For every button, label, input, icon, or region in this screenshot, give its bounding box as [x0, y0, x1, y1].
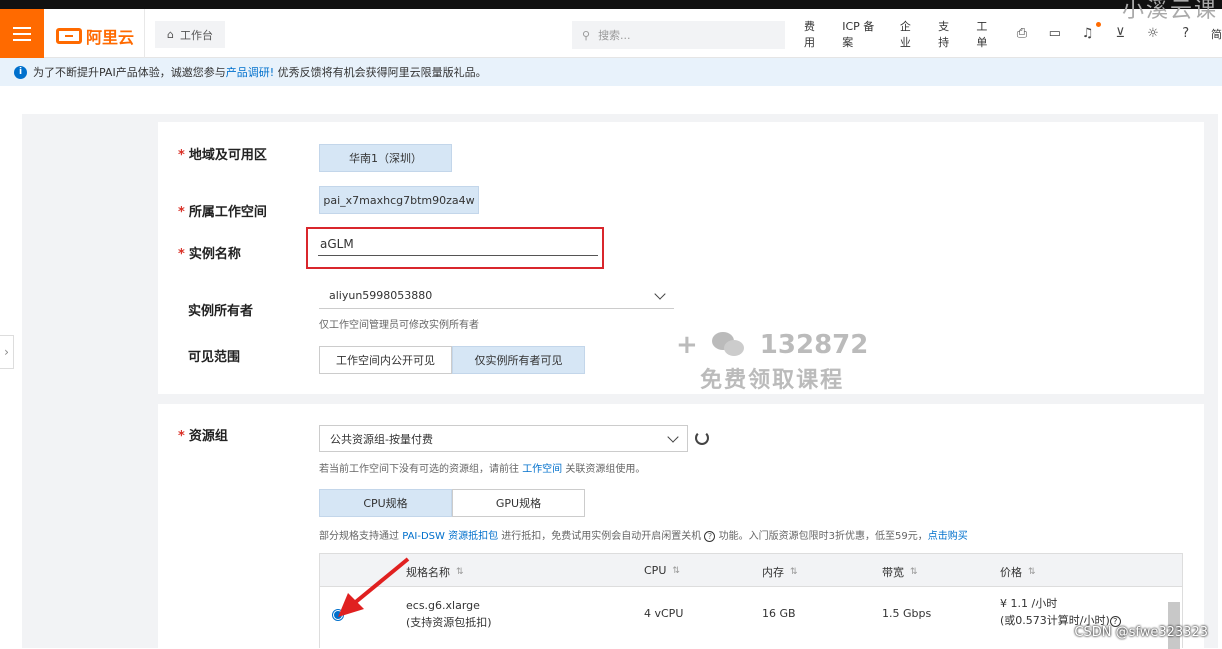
sort-icon: ⇅ [1028, 567, 1036, 577]
terminal-icon[interactable]: ▭ [1047, 26, 1062, 42]
visibility-owner-option[interactable]: 仅实例所有者可见 [452, 346, 585, 374]
nav-icp[interactable]: ICP 备案 [842, 18, 882, 50]
workspace-chip[interactable]: pai_x7maxhcg7btm90za4w [319, 186, 479, 214]
sort-icon: ⇅ [790, 567, 798, 577]
lightbulb-icon[interactable]: ☼ [1146, 26, 1161, 42]
notification-dot [1096, 22, 1101, 27]
help-circle-icon[interactable]: ? [704, 531, 715, 542]
workbench-label: 工作台 [180, 27, 213, 43]
instance-name-input[interactable] [318, 232, 598, 256]
help-icon[interactable]: ? [1178, 26, 1193, 42]
red-arrow-annotation [330, 555, 414, 621]
nav-billing[interactable]: 费用 [804, 18, 824, 50]
visibility-public-option[interactable]: 工作空间内公开可见 [319, 346, 452, 374]
promo-text: 免费领取课程 [676, 362, 868, 394]
info-icon: i [14, 66, 27, 79]
search-placeholder: 搜索... [598, 27, 631, 43]
sort-icon: ⇅ [910, 567, 918, 577]
row-price: ¥ 1.1 /小时(或0.573计算时/小时)? [1000, 595, 1121, 629]
owner-value: aliyun5998053880 [329, 289, 432, 302]
promo-number: 132872 [760, 330, 869, 360]
survey-link[interactable]: 产品调研! [226, 66, 274, 79]
hamburger-menu-button[interactable] [0, 9, 44, 58]
header-divider [144, 9, 145, 58]
logo-text: 阿里云 [86, 24, 134, 48]
row-spec-name: ecs.g6.xlarge(支持资源包抵扣) [406, 597, 492, 631]
spec-note: 部分规格支持通过 PAI-DSW 资源抵扣包 进行抵扣，免费试用实例会自动开启闲… [319, 527, 968, 542]
top-dark-strip [0, 0, 1222, 9]
visibility-toggle: 工作空间内公开可见 仅实例所有者可见 [319, 346, 585, 374]
home-icon: ⌂ [167, 28, 174, 41]
aliyun-logo[interactable]: 阿里云 [56, 24, 134, 48]
nav-ticket[interactable]: 工单 [976, 18, 996, 50]
col-bandwidth[interactable]: 带宽⇅ [882, 564, 918, 580]
refresh-icon[interactable] [695, 431, 709, 445]
visibility-label: 可见范围 [188, 346, 240, 365]
aliyun-logo-icon [56, 28, 82, 44]
spec-type-tabs: CPU规格 GPU规格 [319, 489, 585, 517]
spec-table: 规格名称⇅ CPU⇅ 内存⇅ 带宽⇅ 价格⇅ ecs.g6.xlarge(支持资… [319, 553, 1183, 648]
chevron-down-icon [654, 288, 665, 299]
nav-enterprise[interactable]: 企业 [900, 18, 920, 50]
workbench-button[interactable]: ⌂ 工作台 [155, 21, 225, 48]
owner-hint: 仅工作空间管理员可修改实例所有者 [319, 316, 479, 331]
search-input[interactable]: ⚲ 搜索... [572, 21, 785, 49]
resource-group-value: 公共资源组-按量付费 [330, 431, 433, 447]
resource-group-hint: 若当前工作空间下没有可选的资源组，请前往 工作空间 关联资源组使用。 [319, 460, 645, 475]
region-label: *地域及可用区 [178, 144, 267, 163]
resource-group-select[interactable]: 公共资源组-按量付费 [319, 425, 688, 452]
bell-icon[interactable]: ♫ [1080, 26, 1095, 42]
nav-support[interactable]: 支持 [938, 18, 958, 50]
notice-suffix: 优秀反馈将有机会获得阿里云限量版礼品。 [274, 66, 487, 79]
row-cpu: 4 vCPU [644, 605, 683, 622]
notice-text: 为了不断提升PAI产品体验，诚邀您参与产品调研! 优秀反馈将有机会获得阿里云限量… [33, 64, 487, 80]
sort-icon: ⇅ [456, 567, 464, 577]
row-bandwidth: 1.5 Gbps [882, 605, 931, 622]
top-watermark: 小溪云课 [1122, 0, 1218, 24]
wechat-icon [712, 332, 746, 358]
owner-label: 实例所有者 [188, 300, 253, 319]
owner-select[interactable]: aliyun5998053880 [319, 283, 674, 309]
notice-bar: i 为了不断提升PAI产品体验，诚邀您参与产品调研! 优秀反馈将有机会获得阿里云… [0, 58, 1222, 86]
sort-icon: ⇅ [672, 566, 680, 576]
promo-overlay: +132872 免费领取课程 [676, 330, 868, 394]
cloudshell-icon[interactable]: ⎙ [1015, 26, 1030, 42]
chevron-down-icon [667, 431, 678, 442]
region-chip[interactable]: 华南1（深圳） [319, 144, 452, 172]
expand-sidebar-button[interactable]: › [0, 335, 14, 369]
resource-group-label: *资源组 [178, 425, 228, 444]
row-memory: 16 GB [762, 605, 796, 622]
plus-icon: + [676, 330, 698, 360]
col-price[interactable]: 价格⇅ [1000, 564, 1036, 580]
tab-gpu[interactable]: GPU规格 [452, 489, 585, 517]
csdn-watermark: CSDN @sfwe323323 [1074, 625, 1208, 640]
dsw-package-link[interactable]: PAI-DSW 资源抵扣包 [402, 531, 498, 542]
cart-icon[interactable]: ⊻ [1113, 26, 1128, 42]
search-icon: ⚲ [582, 29, 590, 42]
tab-cpu[interactable]: CPU规格 [319, 489, 452, 517]
col-spec-name[interactable]: 规格名称⇅ [406, 564, 464, 580]
workspace-label: *所属工作空间 [178, 201, 267, 220]
notice-prefix: 为了不断提升PAI产品体验，诚邀您参与 [33, 66, 226, 79]
nav-language[interactable]: 简 [1211, 26, 1222, 42]
table-header: 规格名称⇅ CPU⇅ 内存⇅ 带宽⇅ 价格⇅ [320, 554, 1182, 587]
instance-name-label: *实例名称 [178, 243, 241, 262]
console-header: 阿里云 ⌂ 工作台 ⚲ 搜索... 费用 ICP 备案 企业 支持 工单 ⎙ ▭… [0, 9, 1222, 58]
buy-link[interactable]: 点击购买 [928, 531, 968, 542]
col-cpu[interactable]: CPU⇅ [644, 564, 680, 577]
workspace-link[interactable]: 工作空间 [522, 464, 562, 475]
col-memory[interactable]: 内存⇅ [762, 564, 798, 580]
